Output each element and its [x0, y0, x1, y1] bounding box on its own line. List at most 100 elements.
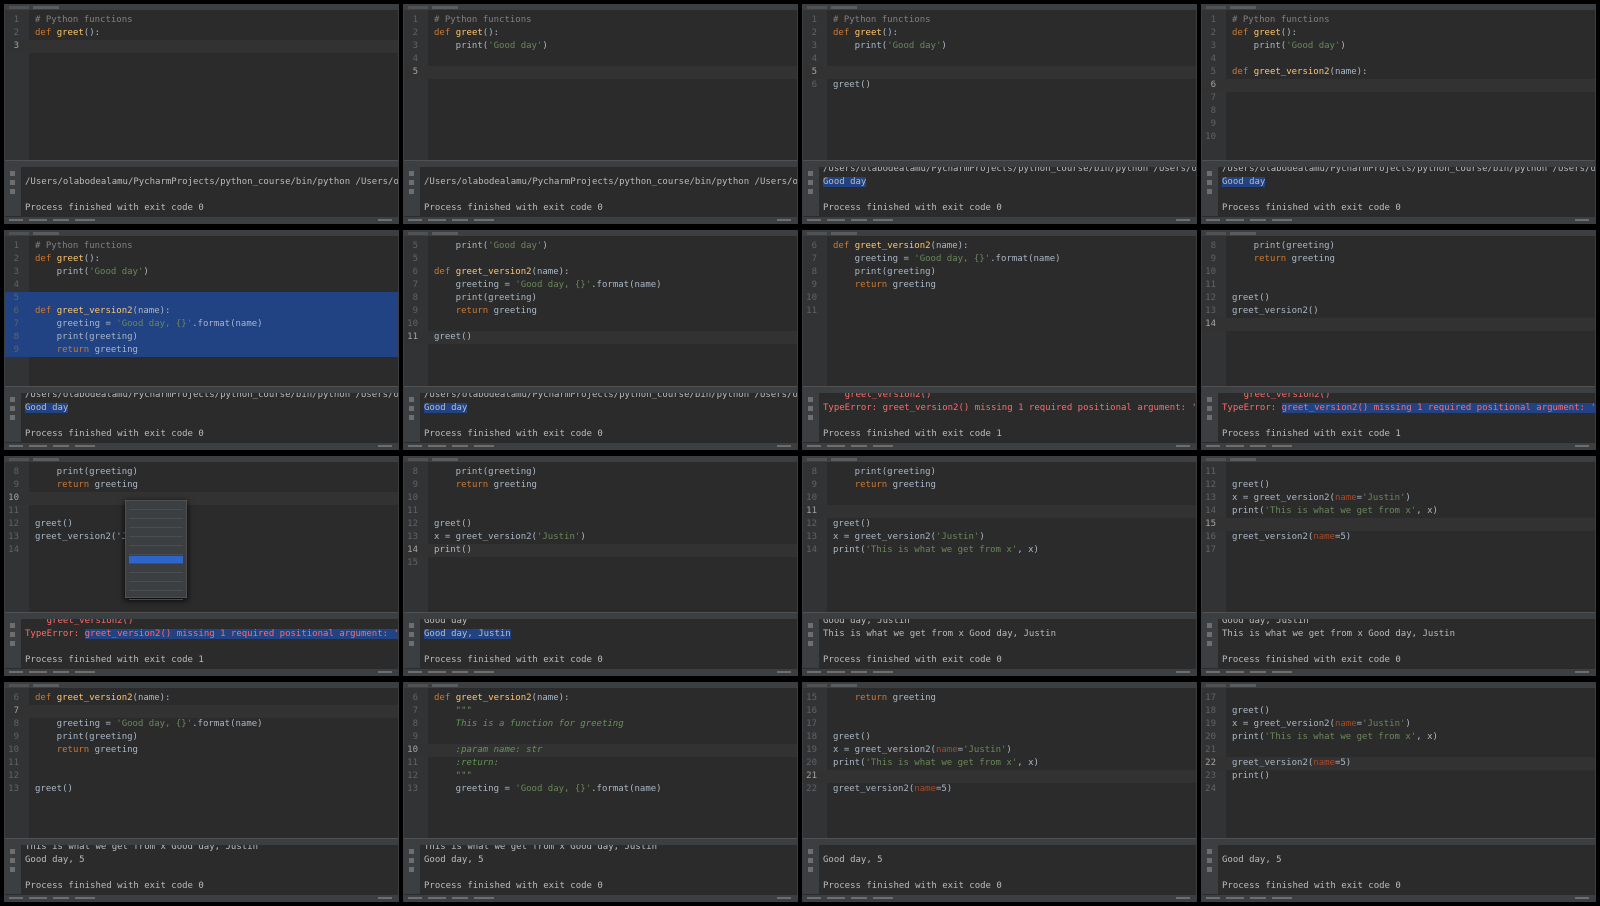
code-line[interactable]: 9 return greeting — [404, 479, 797, 492]
code-line[interactable]: 18 greet() — [803, 731, 1196, 744]
stop-icon[interactable] — [1207, 632, 1212, 637]
context-menu-item[interactable] — [129, 583, 183, 591]
run-tool-window-header[interactable] — [5, 838, 398, 845]
code-line[interactable]: 11 — [5, 757, 398, 770]
run-console[interactable]: File "/Users/olabodealamu/PycharmProject… — [5, 619, 398, 669]
code-editor[interactable]: 8 print(greeting) 9 return greeting 10 11 12… — [803, 462, 1196, 613]
code-line[interactable]: 19 x = greet_version2(name='Justin') — [1202, 718, 1595, 731]
code-editor[interactable]: 1 # Python functions 2 def greet(): 3 print(… — [5, 236, 398, 387]
run-console[interactable]: /Users/olabodealamu/PycharmProjects/pyth… — [404, 393, 797, 443]
code-line[interactable]: 15 — [404, 557, 797, 570]
code-line[interactable]: 9 return greeting — [803, 479, 1196, 492]
run-tool-window-header[interactable] — [1202, 386, 1595, 393]
code-line[interactable]: 6 def greet_version2(name): — [404, 266, 797, 279]
stop-icon[interactable] — [1207, 180, 1212, 185]
code-line[interactable]: 7 greeting = 'Good day, {}'.format(name) — [404, 279, 797, 292]
run-console[interactable]: /Users/olabodealamu/PycharmProjects/pyth… — [5, 167, 398, 217]
code-line[interactable]: 9 — [1202, 118, 1595, 131]
code-line[interactable]: 8 print(greeting) — [1202, 240, 1595, 253]
run-toolbar[interactable] — [5, 619, 21, 669]
code-line[interactable]: 8 — [1202, 105, 1595, 118]
code-line[interactable]: 9 print(greeting) — [5, 731, 398, 744]
rerun-icon[interactable] — [409, 171, 414, 176]
stop-icon[interactable] — [808, 180, 813, 185]
scroll-icon[interactable] — [409, 867, 414, 872]
rerun-icon[interactable] — [1207, 171, 1212, 176]
code-line[interactable]: 12 greet() — [1202, 292, 1595, 305]
rerun-icon[interactable] — [1207, 849, 1212, 854]
code-line[interactable]: 14 print() — [404, 544, 797, 557]
code-line[interactable]: 13 x = greet_version2('Justin') — [404, 531, 797, 544]
code-line[interactable]: 8 print(greeting) — [5, 466, 398, 479]
scroll-icon[interactable] — [10, 867, 15, 872]
rerun-icon[interactable] — [409, 849, 414, 854]
context-menu-item[interactable] — [129, 511, 183, 519]
code-line[interactable]: 13 x = greet_version2('Justin') — [803, 531, 1196, 544]
code-line[interactable]: 14 — [1202, 318, 1595, 331]
code-line[interactable]: 5 — [404, 253, 797, 266]
code-line[interactable]: 12 greet() — [404, 518, 797, 531]
code-line[interactable]: 13 greeting = 'Good day, {}'.format(name… — [404, 783, 797, 796]
code-line[interactable]: 17 — [1202, 692, 1595, 705]
run-tool-window-header[interactable] — [803, 838, 1196, 845]
code-editor[interactable]: 1 # Python functions 2 def greet(): 3 print(… — [404, 10, 797, 161]
code-line[interactable]: 4 — [5, 279, 398, 292]
run-console[interactable]: File "/Users/olabodealamu/PycharmProject… — [1202, 393, 1595, 443]
rerun-icon[interactable] — [808, 397, 813, 402]
code-line[interactable]: 4 — [803, 53, 1196, 66]
code-line[interactable]: 2 def greet(): — [404, 27, 797, 40]
rerun-icon[interactable] — [1207, 397, 1212, 402]
code-line[interactable]: 6 greet() — [803, 79, 1196, 92]
rerun-icon[interactable] — [409, 623, 414, 628]
scroll-icon[interactable] — [10, 415, 15, 420]
context-menu-item[interactable] — [129, 502, 183, 510]
code-line[interactable]: 12 greet() — [1202, 479, 1595, 492]
run-tool-window-header[interactable] — [5, 160, 398, 167]
run-toolbar[interactable] — [803, 167, 819, 217]
code-line[interactable]: 1 # Python functions — [5, 240, 398, 253]
run-toolbar[interactable] — [1202, 845, 1218, 895]
scroll-icon[interactable] — [409, 415, 414, 420]
code-line[interactable]: 9 return greeting — [5, 344, 398, 357]
run-toolbar[interactable] — [5, 393, 21, 443]
run-console[interactable]: Good day, 5 Process finished with exit co… — [803, 845, 1196, 895]
context-menu-item[interactable] — [129, 520, 183, 528]
code-line[interactable]: 14 — [5, 544, 398, 557]
scroll-icon[interactable] — [808, 641, 813, 646]
stop-icon[interactable] — [10, 632, 15, 637]
code-line[interactable]: 16 — [803, 705, 1196, 718]
scroll-icon[interactable] — [1207, 641, 1212, 646]
run-tool-window-header[interactable] — [1202, 838, 1595, 845]
rerun-icon[interactable] — [10, 397, 15, 402]
rerun-icon[interactable] — [10, 623, 15, 628]
code-line[interactable]: 7 greeting = 'Good day, {}'.format(name) — [803, 253, 1196, 266]
code-line[interactable]: 8 print(greeting) — [404, 466, 797, 479]
code-line[interactable]: 10 — [1202, 266, 1595, 279]
stop-icon[interactable] — [409, 858, 414, 863]
stop-icon[interactable] — [808, 858, 813, 863]
rerun-icon[interactable] — [1207, 623, 1212, 628]
code-line[interactable]: 11 — [5, 505, 398, 518]
rerun-icon[interactable] — [808, 171, 813, 176]
code-line[interactable]: 2 def greet(): — [5, 253, 398, 266]
run-tool-window-header[interactable] — [803, 160, 1196, 167]
rerun-icon[interactable] — [409, 397, 414, 402]
code-editor[interactable]: 5 print('Good day') 5 6 def greet_version2(… — [404, 236, 797, 387]
rerun-icon[interactable] — [808, 849, 813, 854]
code-line[interactable]: 13 greet_version2() — [1202, 305, 1595, 318]
code-line[interactable]: 8 print(greeting) — [803, 266, 1196, 279]
context-menu-item[interactable] — [129, 538, 183, 546]
code-line[interactable]: 5 print('Good day') — [404, 240, 797, 253]
run-console[interactable]: /Users/olabodealamu/PycharmProjects/pyth… — [1202, 167, 1595, 217]
code-line[interactable]: 12 """ — [404, 770, 797, 783]
code-editor[interactable]: 1 # Python functions 2 def greet(): 3 — [5, 10, 398, 161]
run-toolbar[interactable] — [803, 845, 819, 895]
scroll-icon[interactable] — [10, 189, 15, 194]
code-line[interactable]: 14 print('This is what we get from x', x) — [803, 544, 1196, 557]
run-toolbar[interactable] — [404, 845, 420, 895]
rerun-icon[interactable] — [10, 849, 15, 854]
run-tool-window-header[interactable] — [803, 386, 1196, 393]
run-console[interactable]: Good day, JustinThis is what we get from… — [404, 845, 797, 895]
code-line[interactable]: 10 :param name: str — [404, 744, 797, 757]
stop-icon[interactable] — [409, 180, 414, 185]
